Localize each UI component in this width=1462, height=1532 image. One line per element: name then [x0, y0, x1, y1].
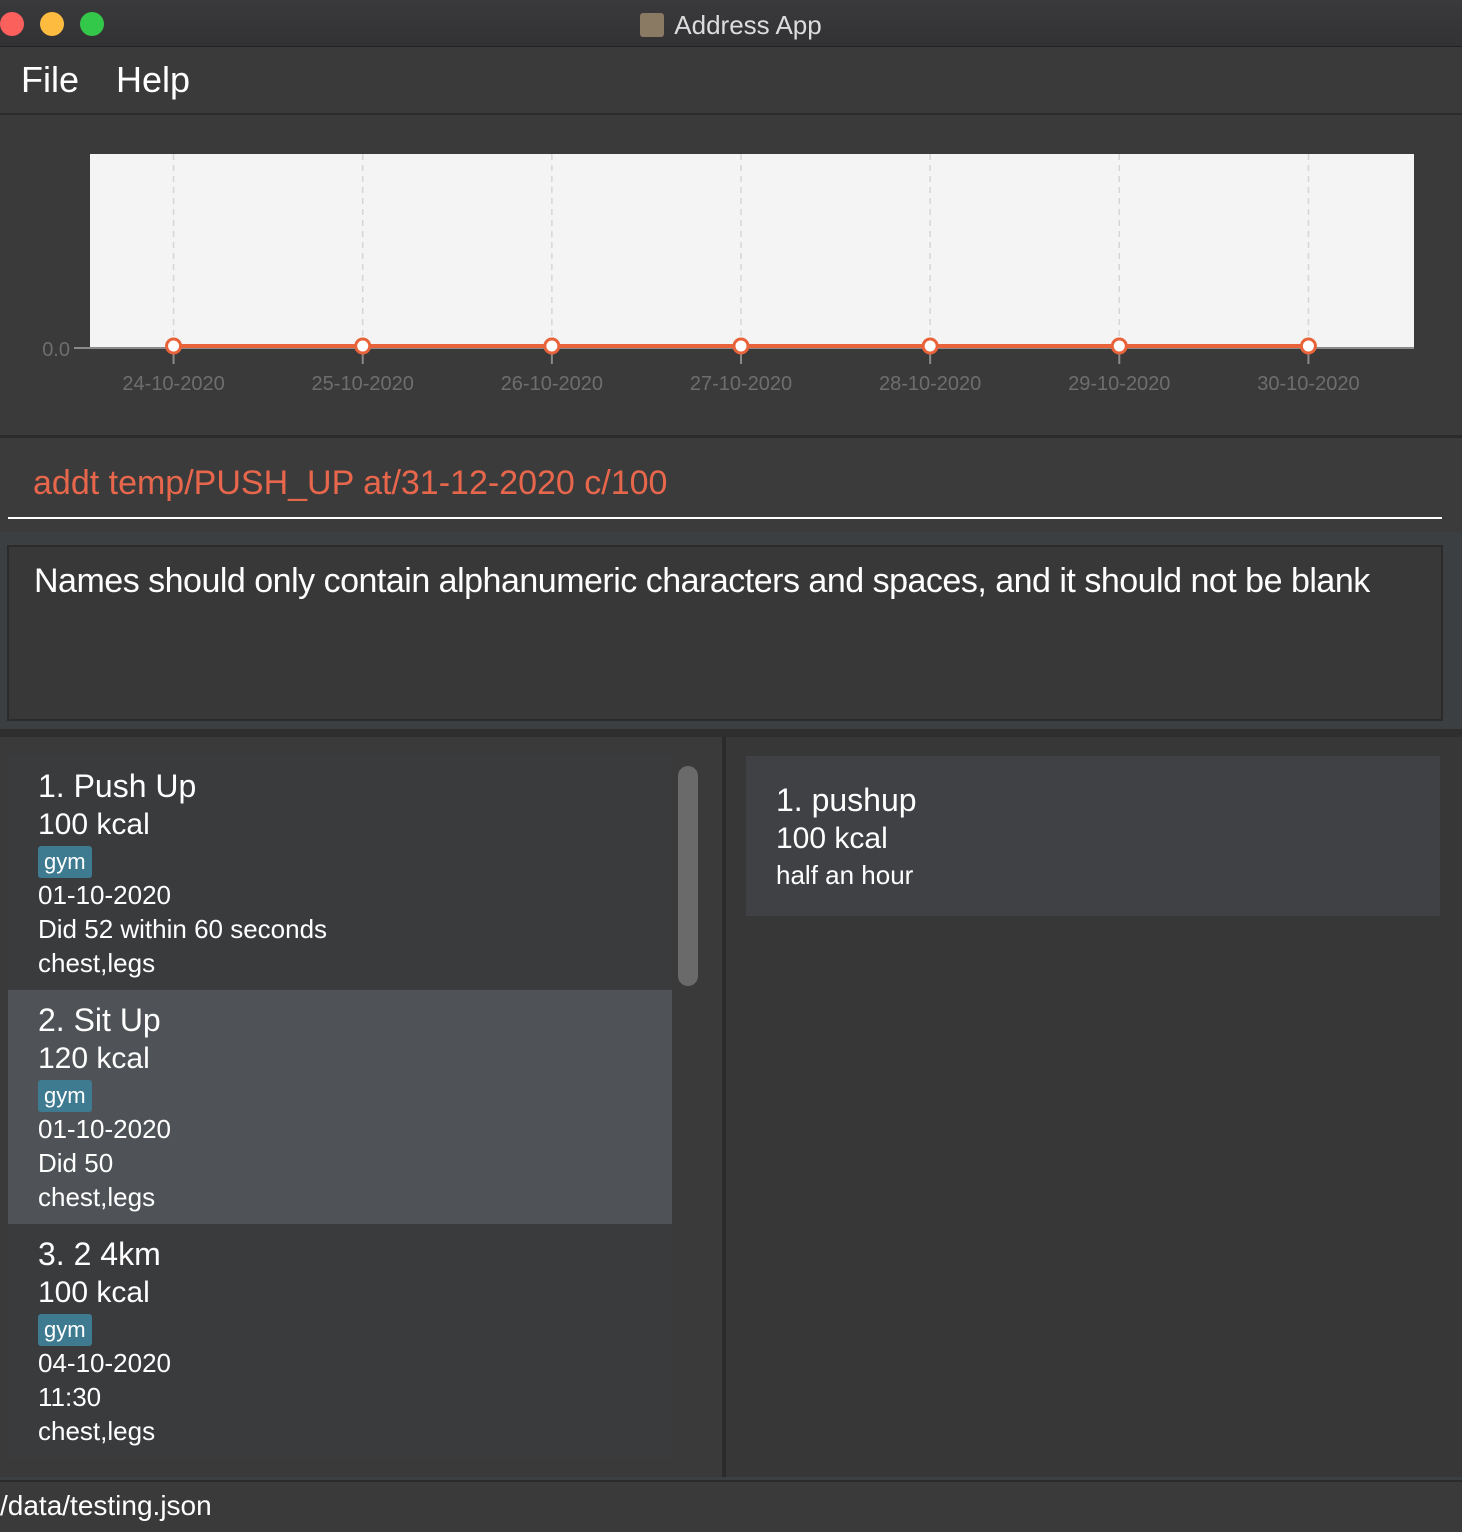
command-input[interactable]: addt temp/PUSH_UP at/31-12-2020 c/100: [33, 464, 667, 503]
calorie-line-chart: 0.0 24-10-2020 25-10-2020 26-10-2020 27-10-2…: [42, 154, 1414, 395]
x-tick-label: 29-10-2020: [1068, 373, 1170, 395]
x-tick-label: 27-10-2020: [690, 373, 792, 395]
command-box: addt temp/PUSH_UP at/31-12-2020 c/100: [0, 438, 1462, 532]
status-bar: /data/testing.json: [0, 1480, 1462, 1532]
exercise-date: 04-10-2020: [38, 1348, 171, 1378]
template-card[interactable]: 1. pushup 100 kcal half an hour: [746, 756, 1440, 916]
menu-bar: File Help: [0, 47, 1462, 115]
template-duration: half an hour: [776, 860, 914, 890]
template-calories: 100 kcal: [776, 822, 888, 855]
data-point: [543, 337, 561, 355]
x-tick-label: 26-10-2020: [501, 373, 603, 395]
exercise-list-scrollbar[interactable]: [678, 766, 698, 986]
window-title-group: Address App: [0, 10, 1462, 41]
exercise-card[interactable]: 1. Push Up 100 kcal gym 01-10-2020 Did 5…: [8, 756, 672, 990]
exercise-muscles: chest,legs: [38, 1182, 156, 1212]
result-message: Names should only contain alphanumeric c…: [34, 562, 1370, 600]
exercise-date: 01-10-2020: [38, 880, 171, 910]
data-point: [165, 337, 183, 355]
data-point: [354, 337, 372, 355]
exercise-muscles: chest,legs: [38, 948, 156, 978]
data-point: [921, 337, 939, 355]
exercise-description: 11:30: [38, 1382, 102, 1412]
result-display: Names should only contain alphanumeric c…: [7, 545, 1443, 721]
exercise-muscles: chest,legs: [38, 1416, 156, 1446]
x-tick-label: 28-10-2020: [879, 373, 981, 395]
menu-help[interactable]: Help: [116, 59, 190, 101]
app-icon: [640, 13, 665, 37]
exercise-title: 1. Push Up: [38, 768, 197, 804]
exercise-tag: gym: [38, 1080, 92, 1112]
exercise-tag: gym: [38, 1314, 92, 1346]
exercise-calories: 100 kcal: [38, 808, 150, 841]
menu-file[interactable]: File: [21, 59, 79, 101]
x-tick-label: 30-10-2020: [1257, 373, 1359, 395]
exercise-description: Did 50: [38, 1148, 114, 1178]
exercise-title: 3. 2 4km: [38, 1236, 161, 1272]
exercise-date: 01-10-2020: [38, 1114, 171, 1144]
exercise-title: 2. Sit Up: [38, 1002, 161, 1038]
save-location: /data/testing.json: [0, 1490, 212, 1521]
exercise-calories: 120 kcal: [38, 1042, 150, 1075]
data-point: [1110, 337, 1128, 355]
section-divider: [0, 729, 1462, 737]
exercise-card[interactable]: 3. 2 4km 100 kcal gym 04-10-2020 11:30 c…: [8, 1224, 672, 1458]
data-point: [1299, 337, 1317, 355]
template-title: 1. pushup: [776, 782, 917, 818]
exercise-tag: gym: [38, 846, 92, 878]
exercise-card-selected[interactable]: 2. Sit Up 120 kcal gym 01-10-2020 Did 50…: [8, 990, 672, 1224]
command-input-underline: [8, 517, 1442, 519]
exercise-description: Did 52 within 60 seconds: [38, 914, 328, 944]
x-tick-label: 24-10-2020: [122, 373, 224, 395]
window-titlebar: Address App: [0, 0, 1462, 47]
data-point: [732, 337, 750, 355]
y-tick-label: 0.0: [42, 339, 70, 361]
plot-area: [90, 154, 1414, 348]
calorie-chart-panel: 0.0 24-10-2020 25-10-2020 26-10-2020 27-10-2…: [0, 115, 1462, 438]
exercise-calories: 100 kcal: [38, 1276, 150, 1309]
window-title: Address App: [674, 10, 822, 40]
x-tick-label: 25-10-2020: [312, 373, 414, 395]
